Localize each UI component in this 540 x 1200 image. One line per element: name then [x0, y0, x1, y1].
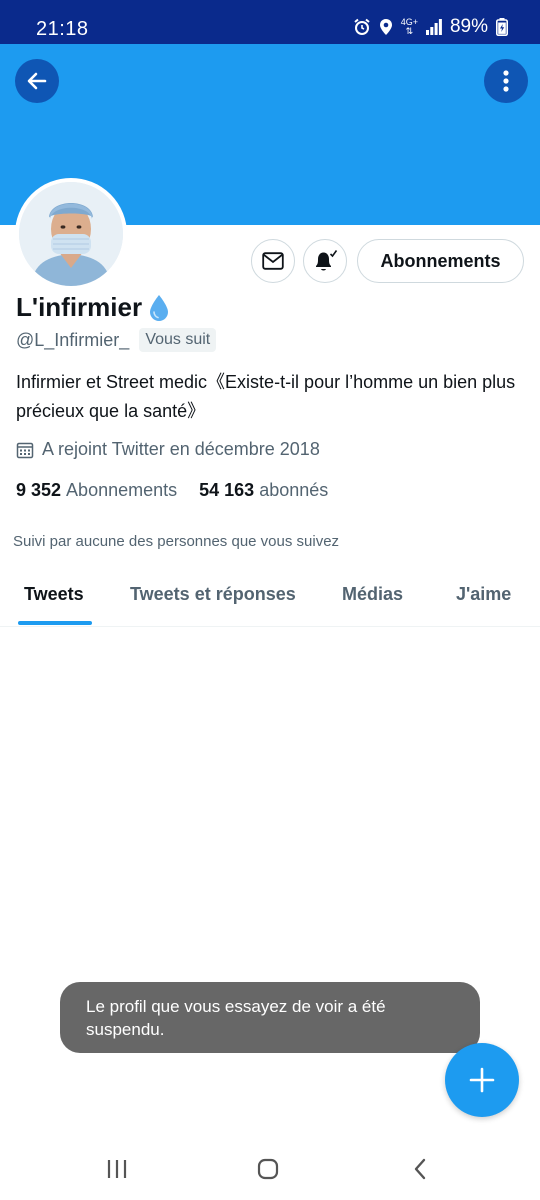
- location-icon: [379, 19, 392, 35]
- bio: Infirmier et Street medic《Existe-t-il po…: [16, 372, 516, 421]
- back-icon: [414, 1158, 426, 1180]
- arrow-left-icon: [27, 72, 47, 90]
- tab-likes[interactable]: J'aime: [456, 584, 511, 605]
- display-name: L'infirmier: [16, 292, 143, 322]
- joined-date: A rejoint Twitter en décembre 2018: [16, 439, 320, 460]
- battery-percent: 89%: [449, 16, 488, 37]
- signal-icon: [425, 19, 442, 35]
- message-button[interactable]: [251, 239, 295, 283]
- profile-tabs: Tweets Tweets et réponses Médias J'aime: [0, 570, 540, 627]
- following-count: 9 352: [16, 480, 62, 500]
- followers-count: 54 163: [199, 480, 255, 500]
- envelope-icon: [262, 252, 284, 270]
- following-stat[interactable]: 9 352 Abonnements: [16, 480, 177, 501]
- compose-tweet-button[interactable]: [445, 1043, 519, 1117]
- following-label: Abonnements: [66, 480, 178, 500]
- back-button[interactable]: [15, 59, 59, 103]
- suspended-toast: Le profil que vous essayez de voir a été…: [60, 982, 480, 1053]
- bell-check-icon: [316, 250, 338, 271]
- alarm-icon: [354, 18, 370, 35]
- more-vertical-icon: [503, 70, 509, 92]
- home-icon: [257, 1158, 279, 1180]
- following-button[interactable]: Abonnements: [357, 239, 524, 283]
- follow-stats: 9 352 Abonnements 54 163 abonnés: [16, 480, 328, 501]
- tab-tweets-and-replies[interactable]: Tweets et réponses: [130, 584, 296, 605]
- back-nav-button[interactable]: [400, 1156, 440, 1182]
- recent-apps-button[interactable]: [97, 1156, 137, 1182]
- joined-text: A rejoint Twitter en décembre 2018: [42, 439, 320, 459]
- calendar-icon: [16, 442, 34, 458]
- avatar[interactable]: [15, 178, 127, 290]
- followed-by-text: Suivi par aucune des personnes que vous …: [13, 533, 340, 550]
- name-row: L'infirmier: [16, 292, 170, 323]
- handle-row: @L_Infirmier_ Vous suit: [16, 328, 217, 352]
- followers-label: abonnés: [259, 480, 329, 500]
- status-icons: 4G+ ⇅ 89%: [353, 16, 508, 38]
- active-tab-indicator: [18, 621, 92, 625]
- tab-media[interactable]: Médias: [342, 584, 403, 605]
- tab-tweets[interactable]: Tweets: [24, 584, 84, 605]
- water-drop-icon: [150, 294, 169, 321]
- home-button[interactable]: [248, 1156, 288, 1182]
- status-bar: 21:18 4G+ ⇅ 89%: [0, 0, 540, 44]
- followers-stat[interactable]: 54 163 abonnés: [199, 480, 328, 501]
- recent-apps-icon: [107, 1160, 127, 1178]
- plus-icon: [469, 1067, 495, 1093]
- status-time: 21:18: [36, 18, 89, 40]
- system-nav-bar: [0, 1140, 540, 1200]
- battery-icon: [496, 18, 508, 36]
- more-options-button[interactable]: [484, 59, 528, 103]
- follows-you-badge: Vous suit: [139, 328, 217, 352]
- handle: @L_Infirmier_: [16, 329, 130, 350]
- avatar-image: [19, 182, 123, 286]
- notifications-button[interactable]: [303, 239, 347, 283]
- network-icon: 4G+ ⇅: [400, 17, 418, 36]
